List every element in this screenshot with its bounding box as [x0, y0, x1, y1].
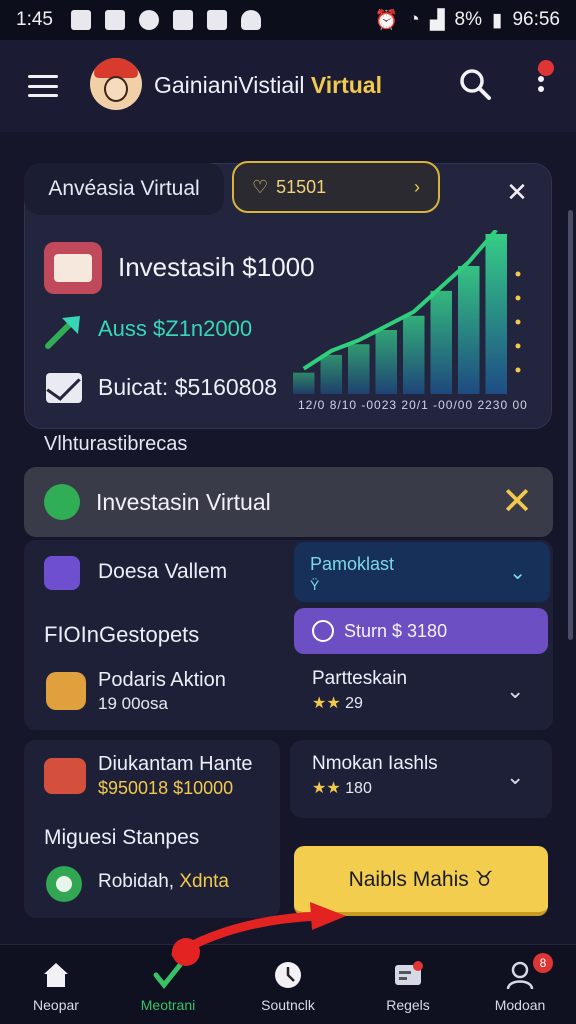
wifi-icon: ◔ [408, 9, 420, 30]
growth-chart [293, 230, 521, 394]
app-logo [90, 58, 142, 110]
section-title: Miguesi Stanpes [44, 826, 200, 849]
section-title: FIOInGestopets [44, 622, 200, 647]
chart-bar [403, 315, 425, 394]
nav-regels[interactable]: Regels [358, 945, 458, 1024]
nokan-rating: ★★ 180 [312, 778, 372, 798]
heart-icon: ♡ [252, 176, 269, 197]
status-notification-icons [70, 10, 261, 30]
star-icon: ★★ [312, 780, 341, 797]
chart-bar [320, 354, 342, 394]
gift-icon [44, 758, 86, 794]
close-icon[interactable]: ✕ [503, 178, 531, 206]
network-off-icon [206, 10, 227, 30]
chart-decor-dot [515, 367, 521, 373]
task-subtitle: 19 00osa [98, 694, 168, 713]
partner-title[interactable]: Partteskain [312, 668, 407, 690]
check-circle-icon [44, 484, 80, 520]
nav-home[interactable]: Neopar [6, 945, 106, 1024]
partner-rating: ★★ 29 [312, 693, 363, 713]
chart-bar [430, 290, 452, 394]
start-button[interactable]: Sturn $ 3180 [294, 608, 548, 654]
alarm-icon: ⏰ [374, 10, 399, 31]
nav-meotrani-label: Meotrani [140, 997, 196, 1013]
tab-virtual-investment[interactable]: Anvéasia Virtual [24, 163, 224, 215]
task-title[interactable]: Podaris Aktion [98, 669, 226, 692]
partner-value: 29 [345, 695, 363, 712]
chart-decor-dot [515, 343, 521, 349]
start-button-label: Sturn $ 3180 [344, 620, 448, 641]
battery-percent: 8% [454, 9, 482, 30]
section-title: Vlhturastibrecas [44, 433, 188, 455]
wallet-label[interactable]: Doesa Vallem [98, 560, 227, 584]
mail-icon [46, 373, 82, 403]
smile-label-highlight: Xdnta [179, 871, 229, 892]
promo-card[interactable]: Pamoklast Ϋ ⌄ [294, 542, 550, 602]
scrollbar[interactable] [568, 210, 573, 640]
reward-title[interactable]: Diukantam Hante [98, 753, 253, 776]
investment-balance: Buicat: $5160808 [98, 374, 278, 400]
status-time: 1:45 [16, 9, 53, 30]
home-icon [44, 963, 68, 987]
user-icon [506, 961, 534, 990]
chart-decor-dot [515, 271, 521, 277]
signal-icon: ▟ [429, 9, 445, 31]
chart-bar [375, 330, 397, 394]
balance-pill[interactable]: ♡ 51501 › [232, 161, 440, 213]
nav-regels-label: Regels [386, 997, 430, 1013]
card-icon [395, 961, 423, 985]
smile-label-text: Robidah, [98, 871, 180, 892]
nokan-value: 180 [345, 780, 372, 797]
virtual-investment-banner[interactable]: Investasin Virtual ✕ [24, 467, 553, 537]
menu-icon[interactable] [28, 75, 58, 97]
battery-icon: ▮ [491, 9, 503, 31]
chevron-icon: › [414, 176, 420, 197]
chart-axis-labels: 12/0 8/10 -0023 20/1 -00/00 2230 00 [298, 398, 528, 412]
wallet-icon [44, 556, 80, 590]
chevron-down-icon[interactable]: ⌄ [506, 678, 524, 704]
nav-soutnclk-label: Soutnclk [261, 997, 315, 1013]
app-title: GainianiVistiail Virtual [154, 72, 382, 99]
chart-bar [485, 234, 507, 394]
nav-modoan-label: Modoan [494, 997, 546, 1013]
shield-icon [240, 10, 261, 30]
smile-label[interactable]: Robidah, Xdnta [98, 871, 229, 893]
chevron-down-icon: ⌄ [509, 562, 526, 584]
chevron-down-icon[interactable]: ⌄ [506, 764, 524, 790]
promo-subtitle: Ϋ [310, 577, 320, 593]
nav-modoan[interactable]: Modoan [470, 945, 570, 1024]
banner-label: Investasin Virtual [96, 488, 271, 515]
balance-pill-value: 51501 [276, 176, 327, 197]
nav-badge: 8 [533, 953, 553, 973]
close-icon[interactable]: ✕ [501, 483, 533, 521]
chart-bar [293, 372, 315, 394]
notification-icon [70, 10, 91, 30]
annotation-arrow-icon [171, 902, 346, 966]
chart-bar [458, 266, 480, 394]
status-bar: 1:45 ⏰ ◔ ▟ 8% ▮ 96:56 [0, 0, 576, 40]
app-title-accent: Virtual [310, 72, 382, 98]
notification-badge [538, 60, 554, 76]
smile-icon [46, 866, 82, 902]
investment-gain: Auss $Z1n2000 [98, 316, 253, 341]
mail-icon [104, 10, 125, 30]
wallet-envelope-icon [44, 242, 102, 294]
task-icon [46, 672, 86, 710]
chart-bar [348, 344, 370, 394]
nokan-title: Nmokan Iashls [312, 753, 438, 774]
edit-icon [312, 620, 334, 642]
status-clock: 96:56 [512, 9, 560, 30]
nav-home-label: Neopar [33, 997, 79, 1013]
search-icon[interactable] [458, 67, 492, 101]
chart-decor-dot [515, 319, 521, 325]
reward-amount: $950018 $10000 [98, 778, 234, 798]
star-icon: ★★ [312, 695, 341, 712]
camera-icon [172, 10, 193, 30]
promo-title: Pamoklast [310, 554, 395, 574]
chart-decor-dot [515, 295, 521, 301]
cloud-icon [138, 10, 159, 30]
app-title-main: GainianiVistiail [154, 72, 305, 98]
trend-up-icon [45, 316, 80, 349]
